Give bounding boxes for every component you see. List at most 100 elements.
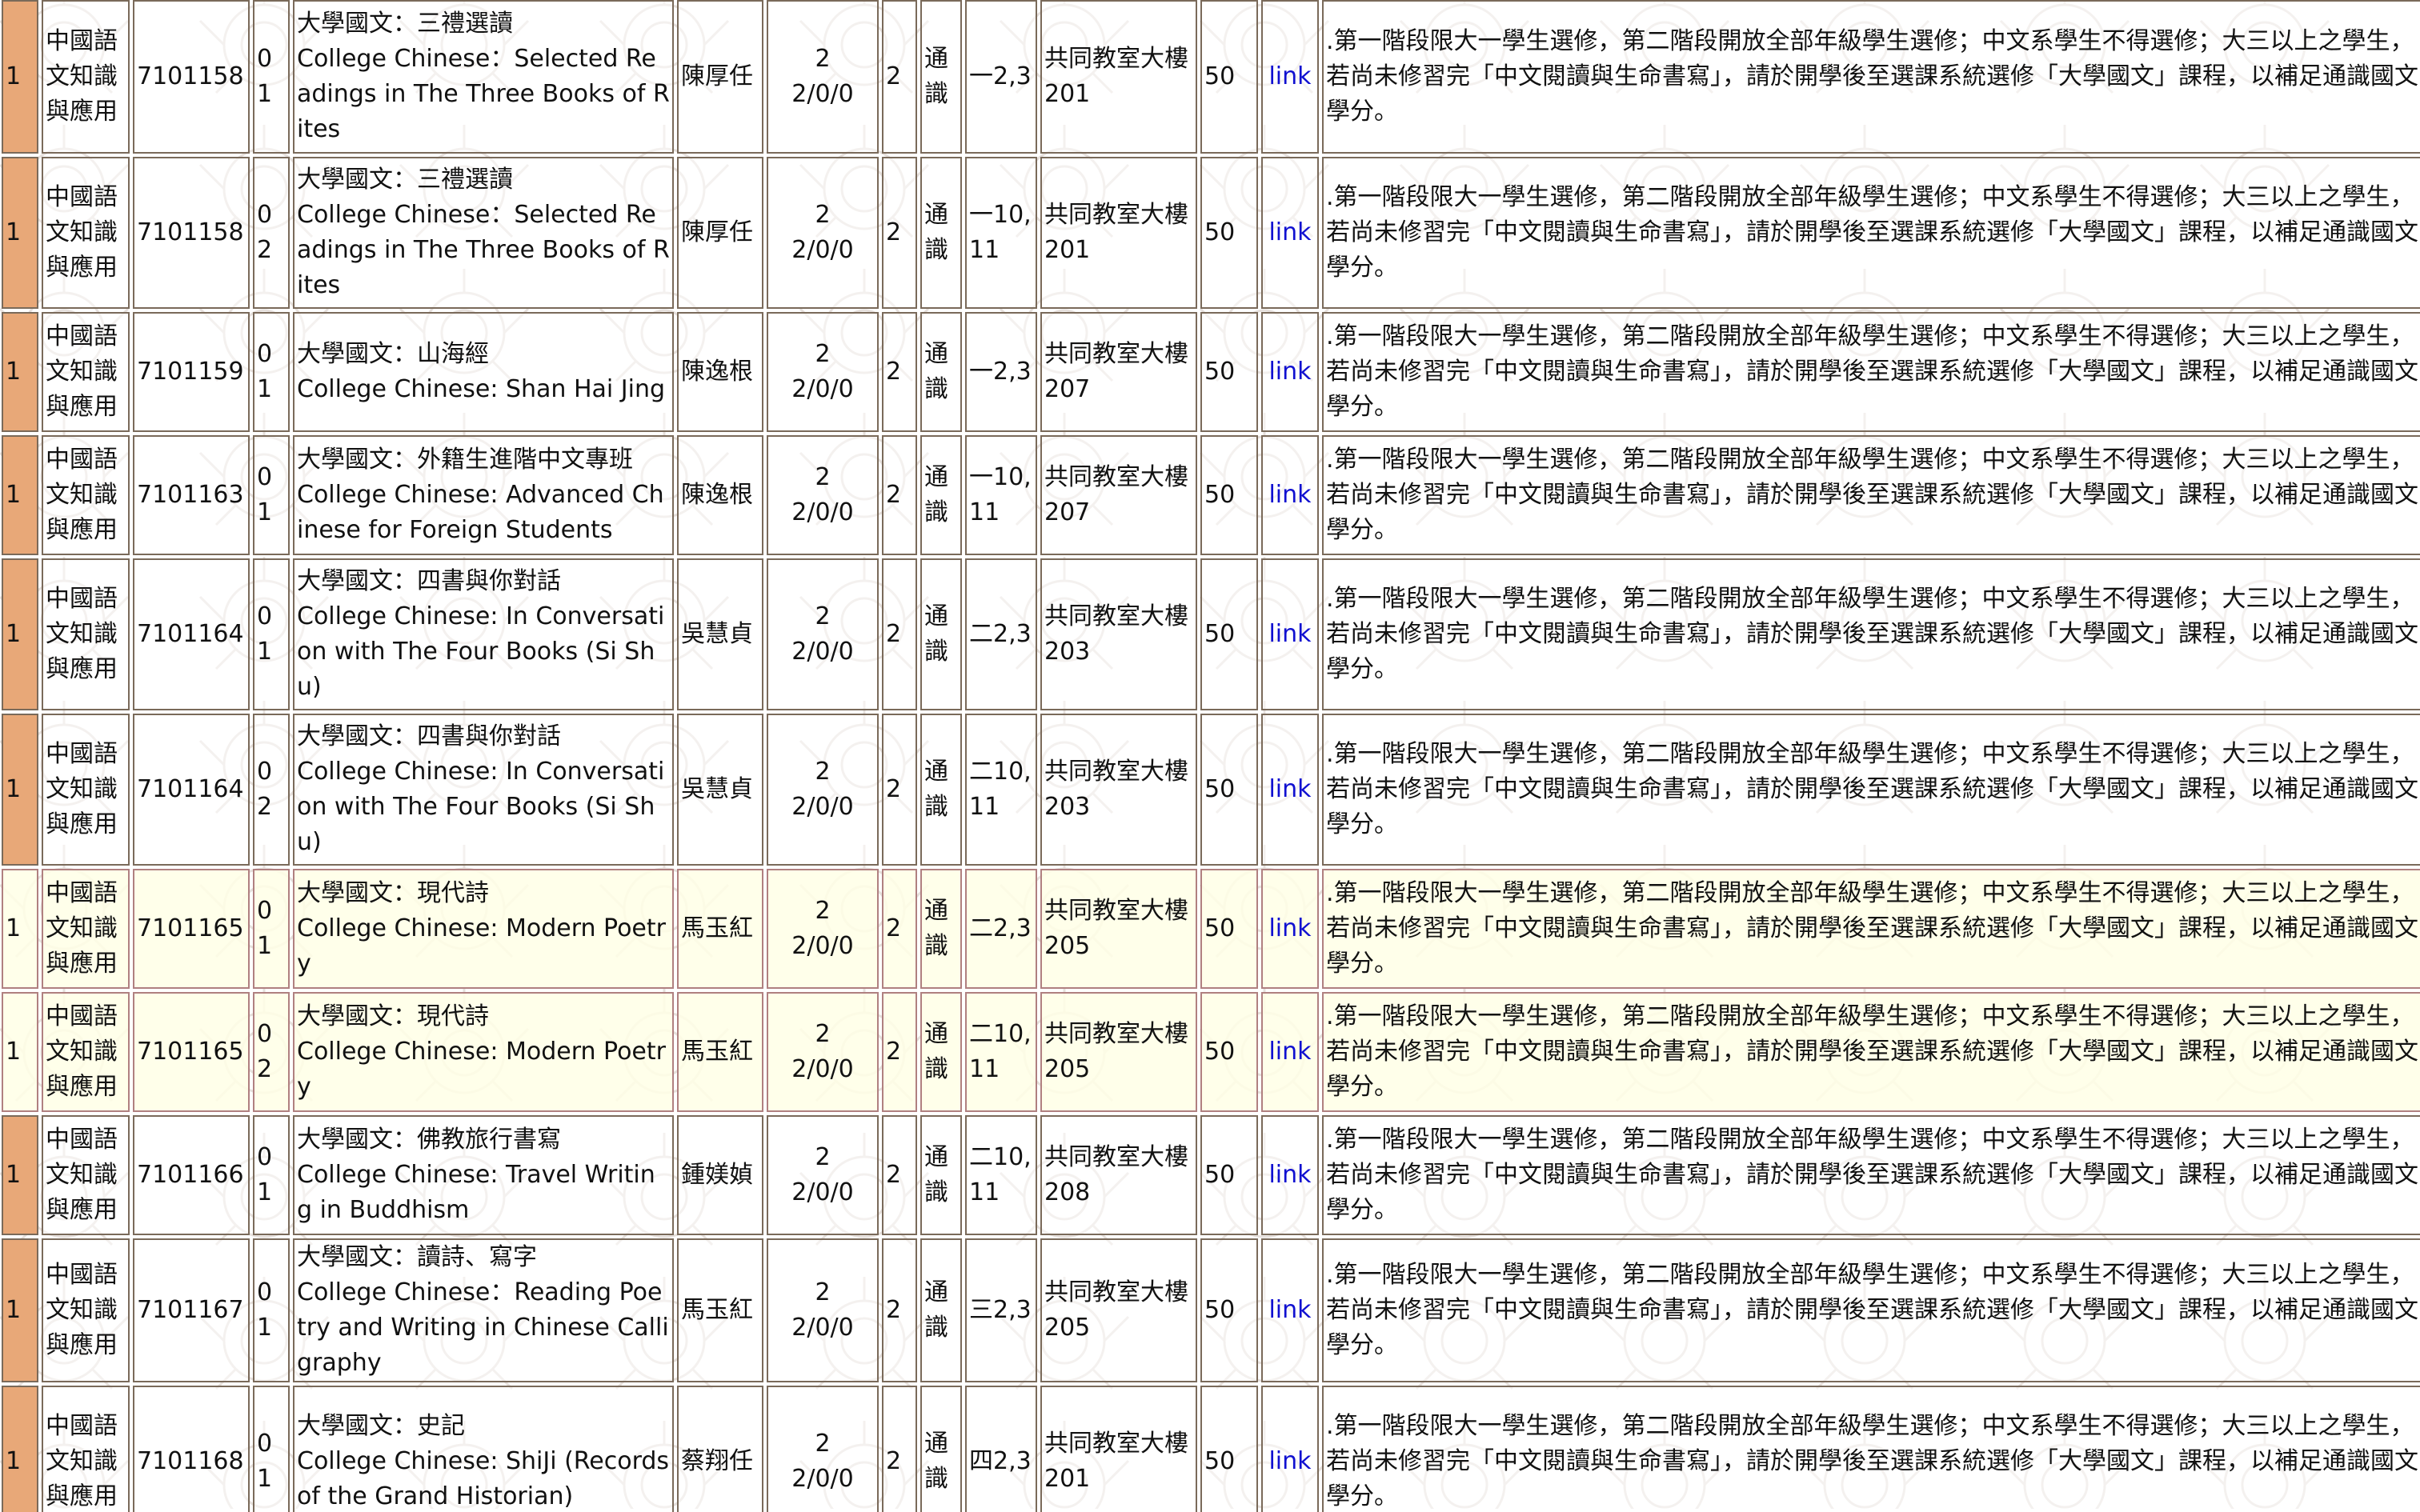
course-syllabus-link[interactable]: link — [1268, 620, 1311, 648]
course-row: 1 中國語文知識與應用 7101164 02 大學國文：四書與你對話 Colle… — [2, 714, 2420, 866]
course-link-cell: link — [1261, 1386, 1319, 1512]
course-credit-hours: 2 2/0/0 — [767, 435, 879, 555]
course-type: 通識 — [920, 714, 962, 866]
course-credit: 2 — [882, 1115, 917, 1235]
row-marker: 1 — [2, 435, 38, 555]
course-title-en: College Chinese：Reading Poetry and Writi… — [297, 1278, 669, 1377]
course-credit-hours: 2 2/0/0 — [767, 0, 879, 154]
course-category: 中國語文知識與應用 — [42, 714, 130, 866]
course-title-zh: 大學國文：佛教旅行書寫 — [297, 1126, 561, 1154]
course-syllabus-link[interactable]: link — [1268, 914, 1311, 942]
course-title: 大學國文：外籍生進階中文專班 College Chinese: Advanced… — [293, 435, 674, 555]
course-syllabus-link[interactable]: link — [1268, 481, 1311, 509]
course-title: 大學國文：四書與你對話 College Chinese: In Conversa… — [293, 714, 674, 866]
course-syllabus-link[interactable]: link — [1268, 1161, 1311, 1189]
credit-total: 2 — [815, 602, 831, 630]
course-capacity: 50 — [1200, 0, 1258, 154]
course-syllabus-link[interactable]: link — [1268, 1296, 1311, 1324]
course-credit: 2 — [882, 157, 917, 309]
row-marker: 1 — [2, 0, 38, 154]
course-title-en: College Chinese: Travel Writing in Buddh… — [297, 1161, 655, 1224]
course-capacity: 50 — [1200, 992, 1258, 1112]
course-time: 三2,3 — [965, 1238, 1037, 1382]
row-marker: 1 — [2, 312, 38, 432]
credit-breakdown: 2/0/0 — [791, 1314, 854, 1342]
course-credit: 2 — [882, 0, 917, 154]
credit-total: 2 — [815, 897, 831, 925]
course-note: .第一階段限大一學生選修，第二階段開放全部年級學生選修；中文系學生不得選修；大三… — [1322, 435, 2420, 555]
course-row: 1 中國語文知識與應用 7101165 01 大學國文：現代詩 College … — [2, 869, 2420, 989]
course-section: 01 — [253, 1238, 290, 1382]
course-syllabus-link[interactable]: link — [1268, 1038, 1311, 1066]
course-type: 通識 — [920, 1386, 962, 1512]
course-title: 大學國文：史記 College Chinese: ShiJi (Records … — [293, 1386, 674, 1512]
course-row: 1 中國語文知識與應用 7101168 01 大學國文：史記 College C… — [2, 1386, 2420, 1512]
course-link-cell: link — [1261, 157, 1319, 309]
course-section: 02 — [253, 157, 290, 309]
course-row: 1 中國語文知識與應用 7101166 01 大學國文：佛教旅行書寫 Colle… — [2, 1115, 2420, 1235]
course-type: 通識 — [920, 157, 962, 309]
course-syllabus-link[interactable]: link — [1268, 62, 1311, 90]
course-title: 大學國文：現代詩 College Chinese: Modern Poetry — [293, 992, 674, 1112]
course-time: 二10,11 — [965, 1115, 1037, 1235]
credit-total: 2 — [815, 340, 831, 368]
course-title-zh: 大學國文：山海經 — [297, 340, 489, 368]
course-title-zh: 大學國文：四書與你對話 — [297, 567, 561, 595]
course-link-cell: link — [1261, 714, 1319, 866]
course-capacity: 50 — [1200, 312, 1258, 432]
credit-total: 2 — [815, 201, 831, 229]
course-capacity: 50 — [1200, 1115, 1258, 1235]
course-code: 7101165 — [133, 992, 250, 1112]
course-teacher: 馬玉紅 — [677, 992, 763, 1112]
course-syllabus-link[interactable]: link — [1268, 358, 1311, 386]
course-title-zh: 大學國文：現代詩 — [297, 1002, 489, 1030]
credit-breakdown: 2/0/0 — [791, 1055, 854, 1083]
credit-breakdown: 2/0/0 — [791, 498, 854, 526]
course-syllabus-link[interactable]: link — [1268, 775, 1311, 803]
credit-breakdown: 2/0/0 — [791, 793, 854, 821]
course-teacher: 吳慧貞 — [677, 558, 763, 710]
course-title: 大學國文：四書與你對話 College Chinese: In Conversa… — [293, 558, 674, 710]
credit-total: 2 — [815, 1143, 831, 1171]
course-type: 通識 — [920, 312, 962, 432]
course-type: 通識 — [920, 435, 962, 555]
course-code: 7101163 — [133, 435, 250, 555]
course-type: 通識 — [920, 1238, 962, 1382]
course-capacity: 50 — [1200, 869, 1258, 989]
course-category: 中國語文知識與應用 — [42, 992, 130, 1112]
course-capacity: 50 — [1200, 1386, 1258, 1512]
course-row: 1 中國語文知識與應用 7101158 01 大學國文：三禮選讀 College… — [2, 0, 2420, 154]
course-room: 共同教室大樓208 — [1040, 1115, 1197, 1235]
course-category: 中國語文知識與應用 — [42, 869, 130, 989]
row-marker: 1 — [2, 869, 38, 989]
course-section: 02 — [253, 992, 290, 1112]
course-credit-hours: 2 2/0/0 — [767, 714, 879, 866]
course-credit: 2 — [882, 558, 917, 710]
course-syllabus-link[interactable]: link — [1268, 218, 1311, 246]
course-syllabus-link[interactable]: link — [1268, 1447, 1311, 1475]
course-credit: 2 — [882, 1386, 917, 1512]
course-category: 中國語文知識與應用 — [42, 435, 130, 555]
course-title: 大學國文：三禮選讀 College Chinese：Selected Readi… — [293, 0, 674, 154]
credit-total: 2 — [815, 1278, 831, 1306]
course-note: .第一階段限大一學生選修，第二階段開放全部年級學生選修；中文系學生不得選修；大三… — [1322, 558, 2420, 710]
course-code: 7101158 — [133, 157, 250, 309]
course-section: 01 — [253, 1386, 290, 1512]
course-time: 二2,3 — [965, 558, 1037, 710]
course-type: 通識 — [920, 869, 962, 989]
credit-breakdown: 2/0/0 — [791, 375, 854, 403]
course-title: 大學國文：現代詩 College Chinese: Modern Poetry — [293, 869, 674, 989]
course-title-en: College Chinese: Modern Poetry — [297, 1038, 666, 1101]
course-teacher: 陳逸根 — [677, 435, 763, 555]
course-title-zh: 大學國文：現代詩 — [297, 879, 489, 907]
course-note: .第一階段限大一學生選修，第二階段開放全部年級學生選修；中文系學生不得選修；大三… — [1322, 869, 2420, 989]
course-teacher: 馬玉紅 — [677, 1238, 763, 1382]
course-teacher: 陳厚任 — [677, 0, 763, 154]
course-code: 7101159 — [133, 312, 250, 432]
course-link-cell: link — [1261, 558, 1319, 710]
row-marker: 1 — [2, 157, 38, 309]
course-row: 1 中國語文知識與應用 7101159 01 大學國文：山海經 College … — [2, 312, 2420, 432]
course-credit: 2 — [882, 869, 917, 989]
course-code: 7101168 — [133, 1386, 250, 1512]
course-teacher: 鍾媄媜 — [677, 1115, 763, 1235]
